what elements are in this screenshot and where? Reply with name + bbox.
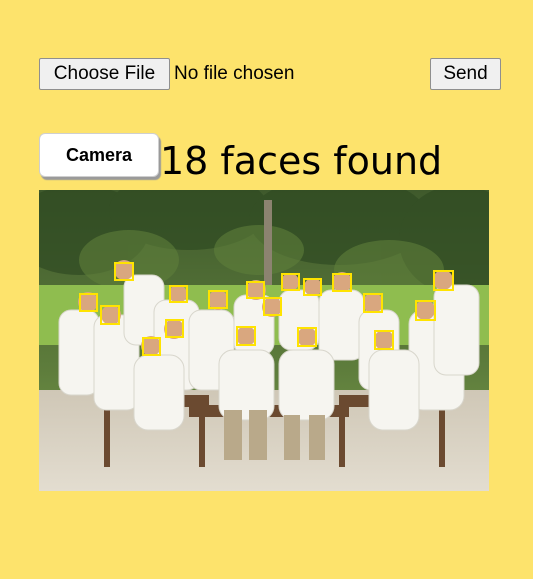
faces-found-label: 18 faces found (160, 139, 443, 183)
choose-file-button[interactable]: Choose File (39, 58, 170, 90)
send-button[interactable]: Send (430, 58, 501, 90)
group-photo (39, 190, 489, 491)
camera-button[interactable]: Camera (39, 133, 159, 177)
file-status-text: No file chosen (174, 63, 295, 84)
